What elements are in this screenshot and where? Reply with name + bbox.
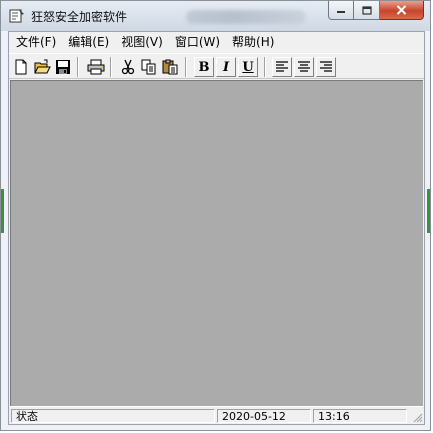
caption-buttons bbox=[328, 1, 424, 21]
window-title: 狂怒安全加密软件 bbox=[31, 10, 128, 24]
title-bar[interactable]: 狂怒安全加密软件 bbox=[1, 1, 430, 31]
bold-button[interactable]: B bbox=[194, 57, 214, 77]
status-date: 2020-05-12 bbox=[217, 409, 311, 423]
right-edge-accent bbox=[427, 189, 430, 233]
status-text: 状态 bbox=[11, 409, 215, 423]
align-left-icon bbox=[276, 61, 288, 72]
toolbar-separator bbox=[110, 57, 112, 77]
align-left-button[interactable] bbox=[272, 57, 292, 77]
menu-help[interactable]: 帮助(H) bbox=[226, 32, 280, 52]
menu-edit[interactable]: 编辑(E) bbox=[62, 32, 115, 52]
copy-icon bbox=[141, 59, 156, 74]
paste-button[interactable] bbox=[160, 56, 180, 77]
resize-grip-icon[interactable] bbox=[412, 412, 423, 423]
status-time: 13:16 bbox=[313, 409, 407, 423]
underline-button[interactable]: U bbox=[238, 57, 258, 77]
toolbar-separator bbox=[77, 57, 79, 77]
open-folder-icon bbox=[33, 59, 51, 73]
client-area: 文件(F) 编辑(E) 视图(V) 窗口(W) 帮助(H) B I U 状态 2… bbox=[8, 31, 425, 425]
print-button[interactable] bbox=[86, 56, 106, 77]
printer-icon bbox=[87, 59, 105, 74]
align-right-button[interactable] bbox=[316, 57, 336, 77]
maximize-icon bbox=[361, 5, 372, 15]
save-disk-icon bbox=[56, 59, 70, 74]
save-button[interactable] bbox=[53, 56, 73, 77]
toolbar: B I U bbox=[9, 53, 424, 79]
title-blurred-region bbox=[186, 10, 306, 24]
align-center-icon bbox=[298, 61, 310, 72]
align-right-icon bbox=[320, 61, 332, 72]
app-window: 狂怒安全加密软件 文件(F) 编辑(E) 视图(V) 窗口(W) 帮助(H) B… bbox=[0, 0, 431, 431]
menu-view[interactable]: 视图(V) bbox=[115, 32, 169, 52]
new-document-icon bbox=[15, 59, 27, 74]
menu-bar: 文件(F) 编辑(E) 视图(V) 窗口(W) 帮助(H) bbox=[9, 32, 424, 52]
toolbar-separator bbox=[185, 57, 187, 77]
open-button[interactable] bbox=[32, 56, 52, 77]
new-button[interactable] bbox=[11, 56, 31, 77]
status-bar: 状态 2020-05-12 13:16 bbox=[9, 406, 424, 424]
scissors-icon bbox=[121, 59, 135, 74]
toolbar-separator bbox=[264, 57, 266, 77]
align-center-button[interactable] bbox=[294, 57, 314, 77]
app-icon[interactable] bbox=[9, 8, 25, 24]
left-edge-accent bbox=[1, 189, 4, 233]
maximize-button[interactable] bbox=[354, 1, 380, 20]
close-button[interactable] bbox=[380, 1, 424, 20]
minimize-button[interactable] bbox=[328, 1, 354, 20]
close-icon bbox=[396, 5, 407, 15]
menu-file[interactable]: 文件(F) bbox=[9, 32, 62, 52]
paste-clipboard-icon bbox=[162, 59, 178, 74]
menu-window[interactable]: 窗口(W) bbox=[169, 32, 226, 52]
italic-button[interactable]: I bbox=[216, 57, 236, 77]
mdi-workspace[interactable] bbox=[10, 80, 423, 407]
copy-button[interactable] bbox=[139, 56, 159, 77]
minimize-icon bbox=[337, 11, 345, 13]
cut-button[interactable] bbox=[118, 56, 138, 77]
